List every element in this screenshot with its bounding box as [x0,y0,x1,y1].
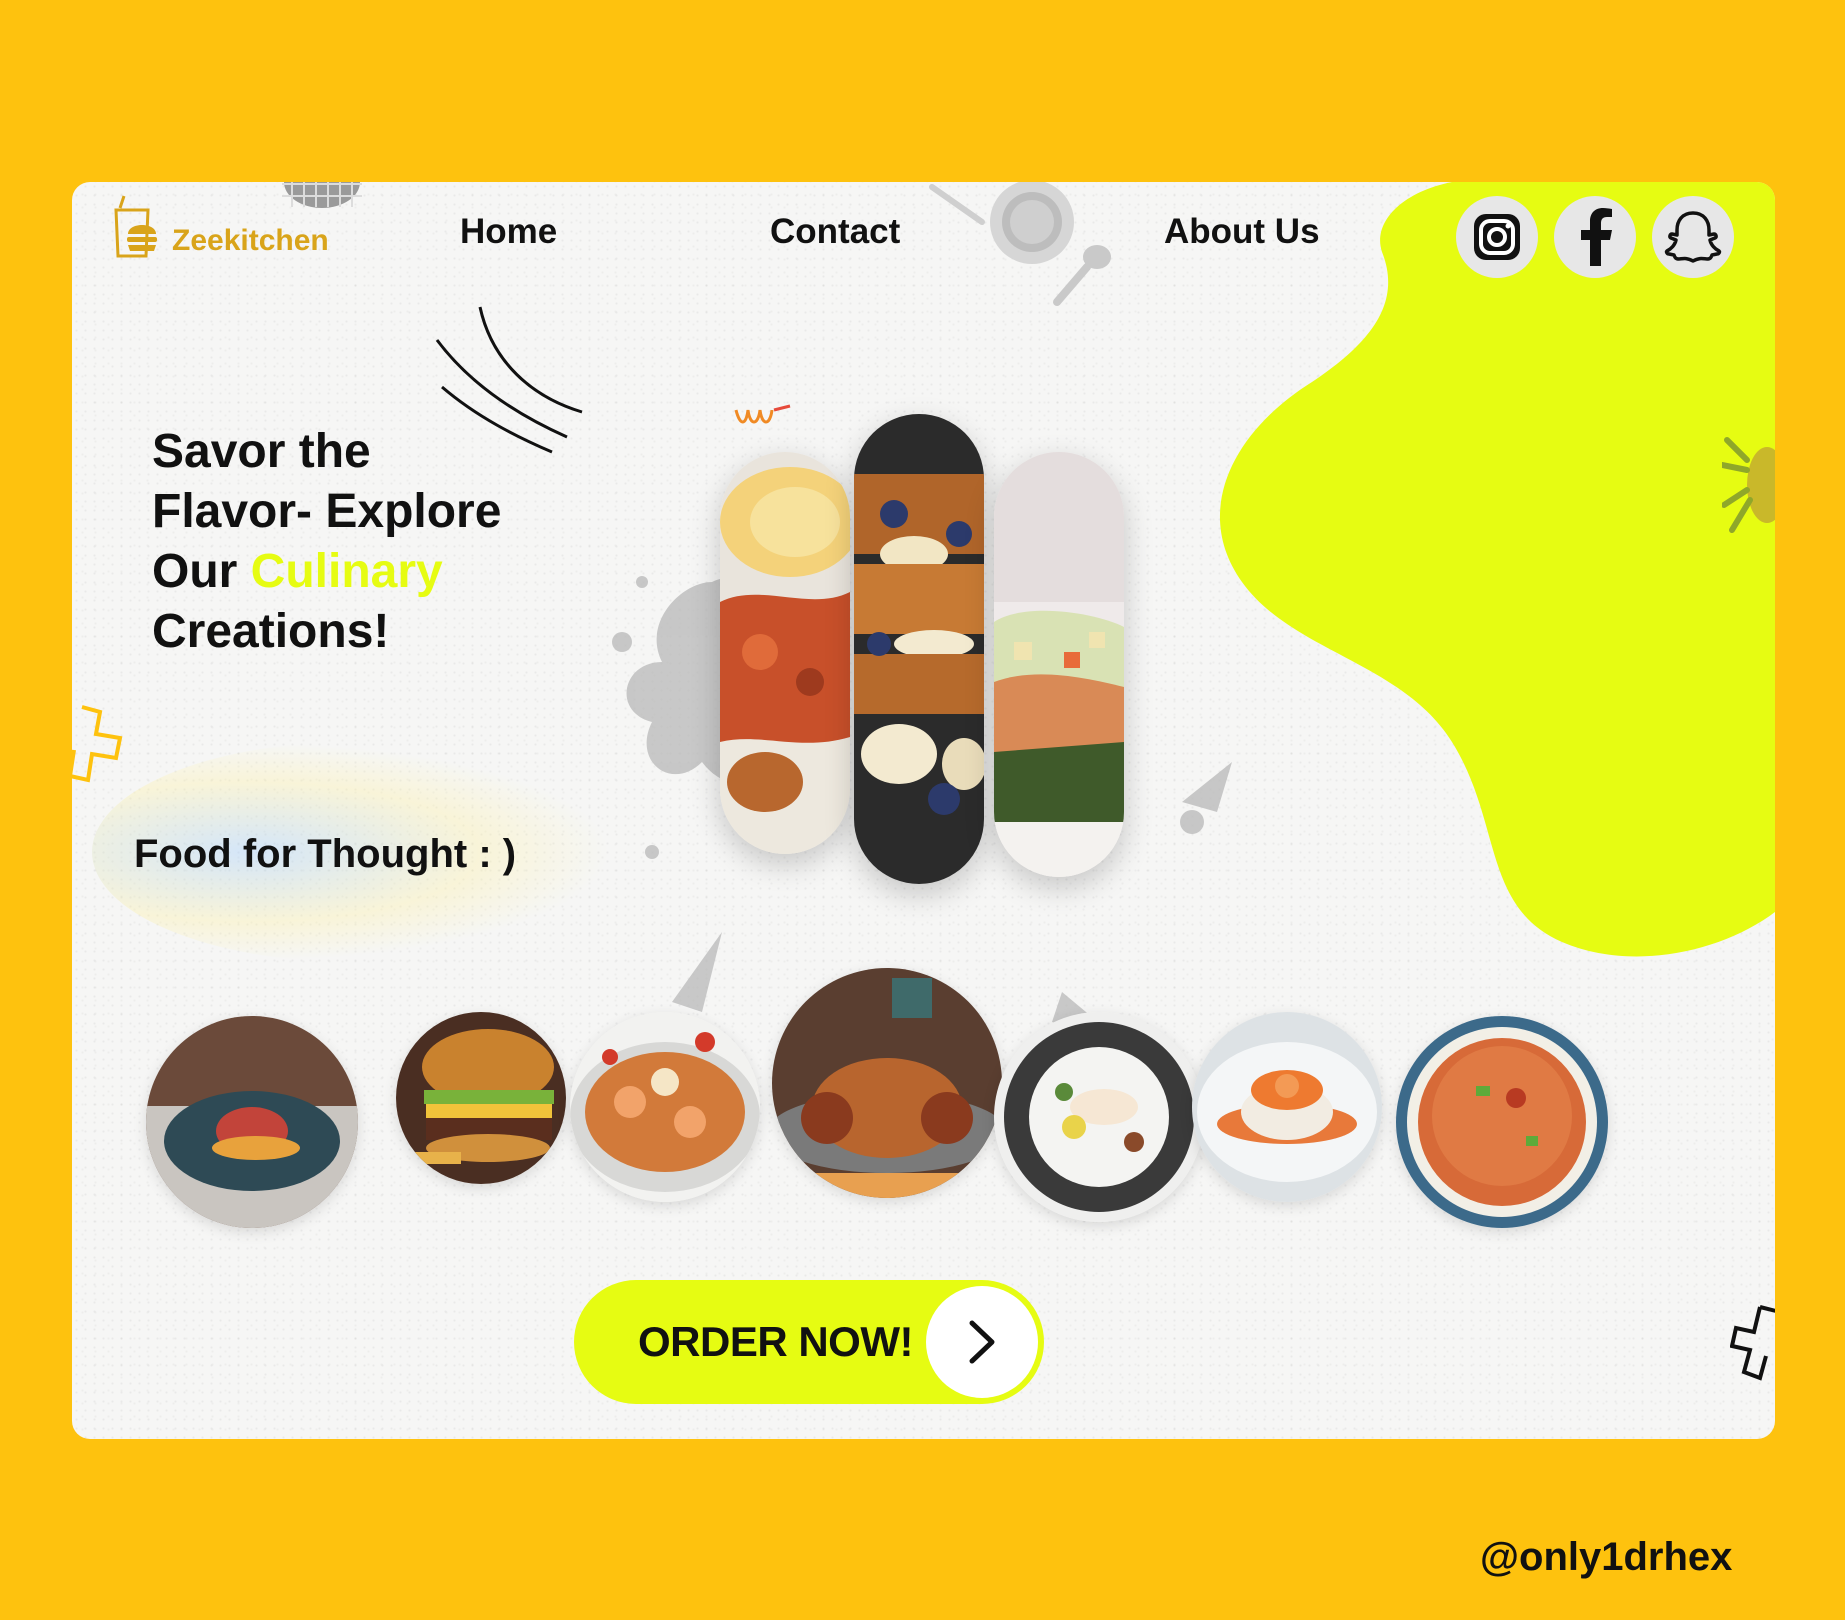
hero-line-3-prefix: Our [152,545,251,598]
snapchat-icon [1664,211,1722,263]
chevron-right-icon [969,1320,995,1364]
nav-contact-link[interactable]: Contact [770,212,900,252]
order-now-button[interactable]: ORDER NOW! [574,1280,1044,1404]
hero-line-3: Our Culinary [152,542,572,602]
dish-thumb-dessert[interactable] [1192,1012,1382,1202]
author-handle: @only1drhex [1480,1535,1733,1579]
instagram-button[interactable] [1456,196,1538,278]
tagline: Food for Thought : ) [134,832,517,876]
accent-blob [1219,182,1775,957]
burger-drink-icon [114,195,157,258]
dish-thumb-shrimp-pasta[interactable] [570,1012,760,1202]
hero-accent-word: Culinary [250,545,443,598]
dish-thumb-jollof-chicken[interactable] [772,968,1002,1198]
pill-image-salmon-salad [994,452,1124,877]
plus-outline-decoration [72,705,123,783]
nav-about-link[interactable]: About Us [1164,212,1320,252]
brand-name: Zeekitchen [172,224,329,257]
order-arrow-circle[interactable] [926,1286,1038,1398]
pineapple-decoration [1722,437,1775,533]
pill-image-rice-egg [720,452,850,854]
landing-page-card: Zeekitchen Home Contact About Us Savor t… [72,182,1775,1439]
hero-line-2: Flavor- Explore [152,485,502,538]
hero-line-1: Savor the [152,425,371,478]
dish-thumb-jollof-rice[interactable] [1396,1016,1608,1228]
hero-line-4: Creations! [152,605,390,658]
facebook-button[interactable] [1554,196,1636,278]
plus-outline-dark-decoration [1730,1305,1775,1381]
squiggle-decoration [734,404,791,424]
plate-spoon-decoration [929,182,1111,306]
nav-home-link[interactable]: Home [460,212,557,252]
snapchat-button[interactable] [1652,196,1734,278]
dish-thumb-burger[interactable] [396,1012,566,1184]
dish-thumb-grilled-fish[interactable] [994,1012,1204,1222]
hero-headline: Savor the Flavor- Explore Our Culinary C… [152,422,572,662]
instagram-icon [1474,214,1520,260]
order-now-label: ORDER NOW! [638,1318,913,1365]
facebook-icon [1581,208,1612,266]
brand-logo[interactable]: Zeekitchen [112,194,329,260]
dish-thumb-plated-fish[interactable] [146,1016,358,1228]
pill-image-french-toast [854,414,984,884]
